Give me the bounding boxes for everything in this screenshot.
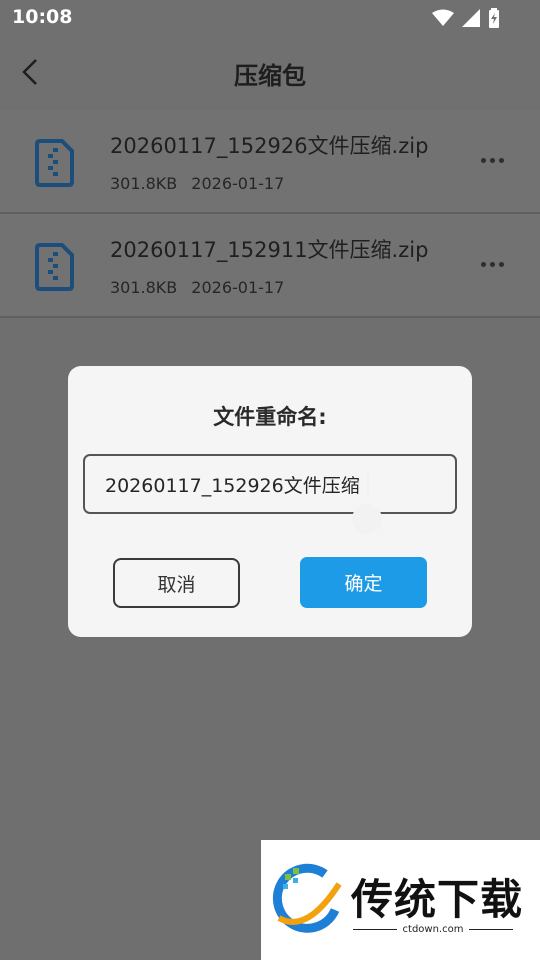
file-list: 20260117_152926文件压缩.zip 301.8KB 2026-01-1…	[0, 110, 540, 318]
rename-dialog: 文件重命名: 取消 确定	[68, 366, 472, 637]
file-name: 20260117_152911文件压缩.zip	[110, 238, 429, 262]
app-bar: 压缩包	[0, 36, 540, 110]
wifi-icon	[432, 9, 454, 27]
watermark-logo-icon	[269, 860, 345, 936]
status-icons	[432, 8, 500, 28]
file-size: 301.8KB	[110, 278, 178, 297]
list-item[interactable]: 20260117_152911文件压缩.zip 301.8KB 2026-01-1…	[0, 214, 540, 318]
zip-file-icon	[34, 242, 76, 292]
confirm-button[interactable]: 确定	[300, 557, 427, 608]
text-cursor	[367, 470, 369, 496]
cancel-button[interactable]: 取消	[113, 558, 240, 608]
dialog-title: 文件重命名:	[213, 405, 327, 429]
file-date: 2026-01-17	[191, 278, 285, 297]
file-size: 301.8KB	[110, 174, 178, 193]
file-date: 2026-01-17	[191, 174, 285, 193]
rename-input[interactable]	[83, 454, 457, 514]
watermark-text: 传统下载	[351, 875, 524, 924]
status-time: 10:08	[12, 6, 73, 28]
signal-icon	[462, 9, 480, 27]
file-meta: 301.8KB 2026-01-17	[110, 174, 284, 193]
watermark: 传统下载 ctdown.com	[261, 840, 540, 960]
page-title: 压缩包	[234, 62, 306, 90]
more-options-icon[interactable]	[481, 256, 509, 272]
cursor-handle[interactable]	[352, 504, 382, 534]
file-name: 20260117_152926文件压缩.zip	[110, 134, 429, 158]
zip-file-icon	[34, 138, 76, 188]
status-bar: 10:08	[0, 0, 540, 36]
watermark-url: ctdown.com	[353, 924, 513, 935]
list-item[interactable]: 20260117_152926文件压缩.zip 301.8KB 2026-01-1…	[0, 110, 540, 214]
watermark-url-text: ctdown.com	[402, 924, 464, 935]
battery-icon	[488, 8, 500, 28]
more-options-icon[interactable]	[481, 152, 509, 168]
file-meta: 301.8KB 2026-01-17	[110, 278, 284, 297]
